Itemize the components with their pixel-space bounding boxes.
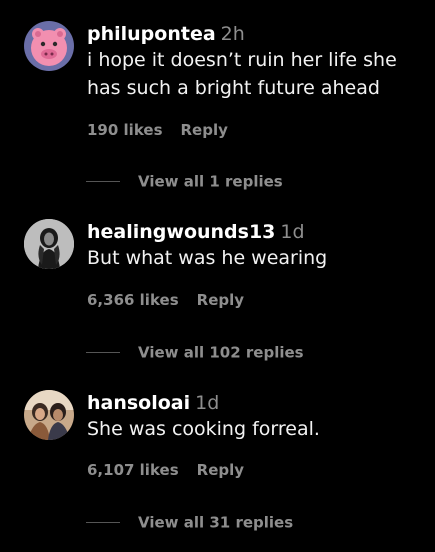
comment-timestamp: 1d (195, 392, 220, 414)
comment-timestamp: 2h (220, 23, 245, 45)
view-replies-button[interactable]: View all 1 replies (86, 171, 283, 191)
divider-line (86, 181, 120, 182)
avatar[interactable] (24, 21, 74, 71)
comment-text: She was cooking forreal. (87, 418, 320, 440)
comment-text: But what was he wearing (87, 247, 328, 269)
username-link[interactable]: healingwounds13 (87, 221, 275, 243)
username-link[interactable]: philupontea (87, 23, 216, 45)
view-replies-label: View all 31 replies (138, 513, 294, 532)
likes-count[interactable]: 190 likes (87, 121, 163, 139)
couple-photo-avatar-icon (24, 390, 74, 440)
avatar[interactable] (24, 219, 74, 269)
divider-line (86, 522, 120, 523)
comment-header: philupontea 2h (87, 21, 245, 47)
comment-header: hansoloai 1d (87, 390, 219, 416)
view-replies-button[interactable]: View all 102 replies (86, 342, 304, 362)
view-replies-label: View all 1 replies (138, 172, 283, 191)
comment-header: healingwounds13 1d (87, 219, 305, 245)
divider-line (86, 352, 120, 353)
reply-button[interactable]: Reply (197, 291, 244, 309)
view-replies-button[interactable]: View all 31 replies (86, 512, 293, 532)
avatar[interactable] (24, 390, 74, 440)
reply-button[interactable]: Reply (181, 121, 228, 139)
comment-text: i hope it doesn’t ruin her life she has … (87, 49, 397, 99)
comment-meta: 6,366 likes Reply (87, 290, 244, 310)
monochrome-portrait-avatar-icon (24, 219, 74, 269)
username-link[interactable]: hansoloai (87, 392, 190, 414)
comment-timestamp: 1d (280, 221, 305, 243)
pink-cartoon-pig-avatar-icon (24, 21, 74, 71)
likes-count[interactable]: 6,107 likes (87, 461, 179, 479)
likes-count[interactable]: 6,366 likes (87, 291, 179, 309)
view-replies-label: View all 102 replies (138, 343, 304, 362)
reply-button[interactable]: Reply (197, 461, 244, 479)
comment-meta: 190 likes Reply (87, 120, 228, 140)
comment-meta: 6,107 likes Reply (87, 460, 244, 480)
